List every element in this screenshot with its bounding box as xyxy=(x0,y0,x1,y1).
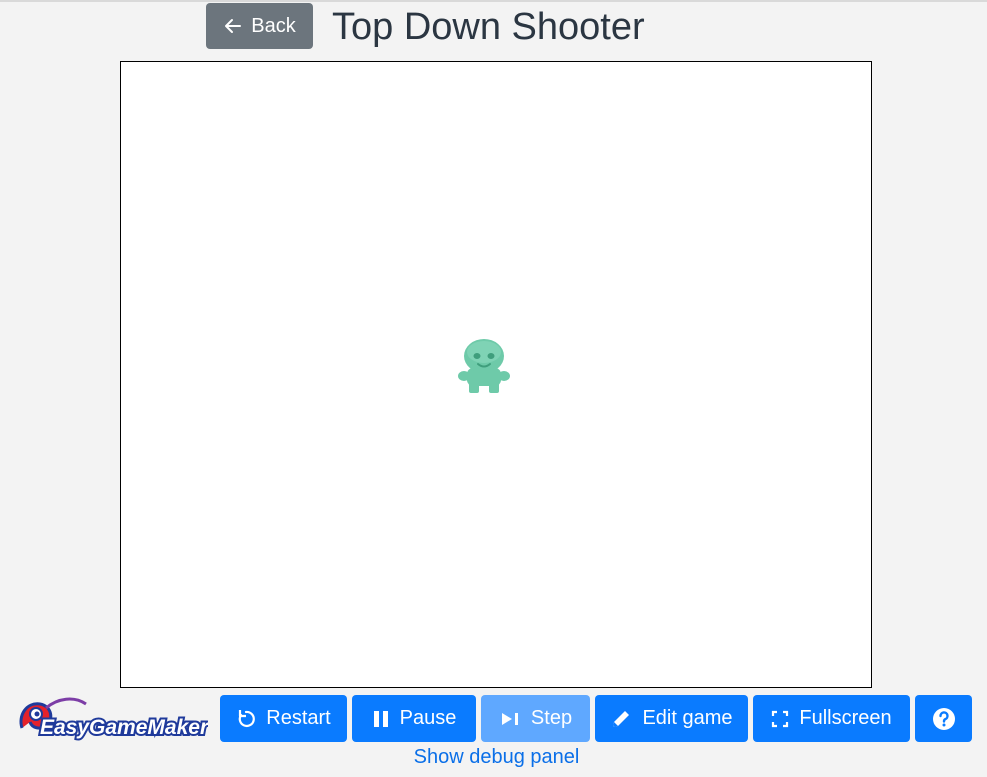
top-divider xyxy=(0,0,987,2)
fullscreen-label: Fullscreen xyxy=(799,707,892,729)
edit-game-button[interactable]: Edit game xyxy=(595,695,748,742)
back-button[interactable]: Back xyxy=(206,3,313,49)
fullscreen-icon xyxy=(772,710,789,727)
page-title: Top Down Shooter xyxy=(332,6,645,48)
arrow-left-icon xyxy=(225,19,242,33)
edit-game-label: Edit game xyxy=(642,707,733,729)
help-button[interactable] xyxy=(915,695,972,742)
pause-icon xyxy=(373,710,388,727)
restart-label: Restart xyxy=(266,707,331,729)
back-button-label: Back xyxy=(251,14,296,37)
restart-button[interactable]: Restart xyxy=(220,695,347,742)
show-debug-panel-link[interactable]: Show debug panel xyxy=(0,746,987,769)
game-canvas[interactable] xyxy=(120,61,872,688)
step-button[interactable]: Step xyxy=(481,695,590,742)
fullscreen-button[interactable]: Fullscreen xyxy=(753,695,910,742)
pause-label: Pause xyxy=(399,707,457,729)
question-circle-icon xyxy=(932,707,955,730)
restart-icon xyxy=(238,709,256,727)
player-alien-sprite xyxy=(458,339,510,393)
step-forward-icon xyxy=(501,712,518,725)
step-label: Step xyxy=(530,707,573,729)
game-controls: Restart Pause Step Edit game Fullscreen xyxy=(0,695,987,742)
pencil-icon xyxy=(613,710,630,727)
pause-button[interactable]: Pause xyxy=(352,695,476,742)
